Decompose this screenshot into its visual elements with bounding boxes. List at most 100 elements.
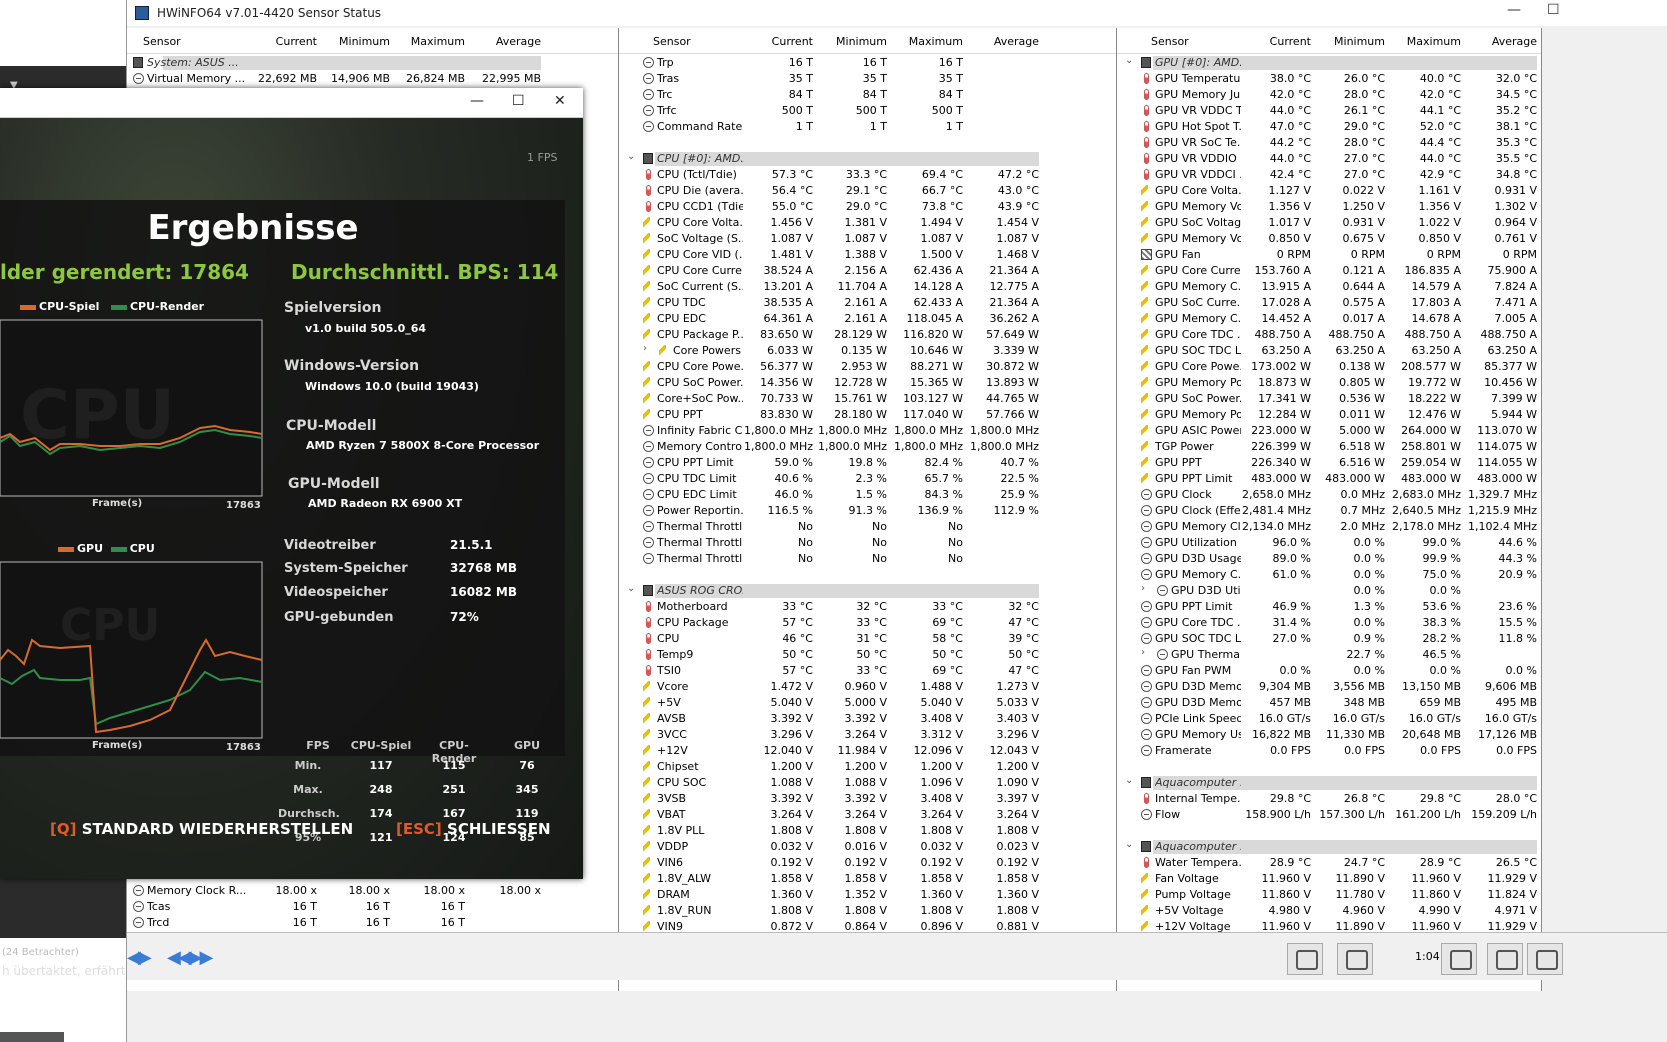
- sensor-row[interactable]: Thermal Throttli...NoNoNo: [619, 518, 1116, 535]
- sensor-row[interactable]: GPU ASIC Power 223.000 W 5.000 W 264.000 W1…: [1117, 422, 1541, 439]
- sensor-row[interactable]: Thermal Throttli...NoNoNo: [619, 534, 1116, 551]
- column-header[interactable]: Sensor Current Minimum Maximum Average: [127, 28, 618, 54]
- sensor-row[interactable]: Memory Clock R... 18.00 x 18.00 x 18.00 x 18…: [127, 882, 618, 899]
- sensor-row[interactable]: GPU Core Curre...153.760 A0.121 A186.835…: [1117, 262, 1541, 279]
- sensor-row[interactable]: GPU Core TDC ... 31.4 % 0.0 % 38.3 % 15.5 %: [1117, 614, 1541, 631]
- sensor-row[interactable]: GPU VR VDDCI ... 42.4 °C 27.0 °C 42.9 °C 34.…: [1117, 166, 1541, 183]
- sensor-row[interactable]: GPU D3D Usage 89.0 % 0.0 % 99.9 % 44.3 %: [1117, 550, 1541, 567]
- close-results-button[interactable]: [ESC] SCHLIESSEN: [396, 820, 551, 838]
- minimize-icon[interactable]: —: [1507, 2, 1521, 18]
- sensor-row[interactable]: VBAT 3.264 V 3.264 V 3.264 V 3.264 V: [619, 806, 1116, 823]
- sensor-row[interactable]: CPU TDC Limit 40.6 % 2.3 % 65.7 % 22.5 %: [619, 470, 1116, 487]
- sensor-row[interactable]: 3VCC 3.296 V 3.264 V 3.312 V 3.296 V: [619, 726, 1116, 743]
- header-sensor[interactable]: Sensor: [143, 35, 181, 48]
- sensor-row[interactable]: Motherboard 33 °C 32 °C 33 °C 32 °C: [619, 598, 1116, 615]
- sensor-row[interactable]: 3VSB 3.392 V 3.392 V 3.408 V 3.397 V: [619, 790, 1116, 807]
- header-minimum[interactable]: Minimum: [827, 35, 887, 48]
- collapse-chevron-icon[interactable]: ⌄: [1125, 839, 1133, 850]
- header-current[interactable]: Current: [1251, 35, 1311, 48]
- column-header[interactable]: Sensor Current Minimum Maximum Average: [619, 28, 1116, 54]
- collapse-chevron-icon[interactable]: ⌄: [1125, 55, 1133, 66]
- expand-chevron-icon[interactable]: ›: [643, 343, 647, 354]
- sensor-row[interactable]: CPU PPT 83.830 W 28.180 W 117.040 W 57.766 W: [619, 406, 1116, 423]
- expand-chevron-icon[interactable]: ›: [1141, 583, 1145, 594]
- sensor-row[interactable]: GPU Fan 0 RPM 0 RPM 0 RPM 0 RPM: [1117, 246, 1541, 263]
- sensor-row[interactable]: 1.8V_ALW 1.858 V 1.858 V 1.858 V 1.858 V: [619, 870, 1116, 887]
- sensor-row[interactable]: CPU Core Volta... 1.456 V 1.381 V 1.494 V 1.…: [619, 214, 1116, 231]
- sensor-row[interactable]: VIN6 0.192 V 0.192 V 0.192 V 0.192 V: [619, 854, 1116, 871]
- sensor-row[interactable]: GPU Temperature38.0 °C26.0 °C40.0 °C32.0…: [1117, 70, 1541, 87]
- maximize-icon[interactable]: ☐: [512, 93, 525, 109]
- sensor-row[interactable]: AVSB 3.392 V 3.392 V 3.408 V 3.403 V: [619, 710, 1116, 727]
- sensor-pane-3[interactable]: Sensor Current Minimum Maximum Average ⌄ GPU […: [1117, 28, 1542, 991]
- sensor-row[interactable]: GPU VR VDDIO ...44.0 °C27.0 °C44.0 °C35.…: [1117, 150, 1541, 167]
- sensor-row[interactable]: Chipset 1.200 V 1.200 V 1.200 V 1.200 V: [619, 758, 1116, 775]
- sensor-row[interactable]: GPU VR VDDC T...44.0 °C26.1 °C44.1 °C35.…: [1117, 102, 1541, 119]
- sensor-row[interactable]: CPU Die (avera... 56.4 °C 29.1 °C 66.7 °C 43…: [619, 182, 1116, 199]
- collapse-chevron-icon[interactable]: ⌄: [1125, 775, 1133, 786]
- header-maximum[interactable]: Maximum: [1401, 35, 1461, 48]
- sensor-row[interactable]: GPU Core TDC ... 488.750 A 488.750 A 488.75…: [1117, 326, 1541, 343]
- sensor-row[interactable]: Framerate 0.0 FPS 0.0 FPS 0.0 FPS 0.0 FPS: [1117, 742, 1541, 759]
- sensor-row[interactable]: TSI0 57 °C 33 °C 69 °C 47 °C: [619, 662, 1116, 679]
- sensor-row[interactable]: CPU Package 57 °C 33 °C 69 °C 47 °C: [619, 614, 1116, 631]
- header-current[interactable]: Current: [257, 35, 317, 48]
- sensor-row[interactable]: GPU PPT Limit 483.000 W 483.000 W 483.000 W…: [1117, 470, 1541, 487]
- sensor-row[interactable]: GPU Clock (Effe...2,481.4 MHz0.7 MHz2,64…: [1117, 502, 1541, 519]
- sensor-row[interactable]: Core+SoC Pow... 70.733 W 15.761 W 103.127 W…: [619, 390, 1116, 407]
- sensor-row[interactable]: SoC Current (S... 13.201 A 11.704 A 14.128 …: [619, 278, 1116, 295]
- sensor-group-row[interactable]: ⌄ Aquacomputer ...: [1117, 838, 1541, 855]
- sensor-group-row[interactable]: ⌄System: ASUS ...: [127, 54, 618, 71]
- sensor-row[interactable]: GPU PPT 226.340 W 6.516 W 259.054 W 114.055 …: [1117, 454, 1541, 471]
- sensor-row[interactable]: Command Rate 1 T1 T1 T: [619, 118, 1116, 135]
- sensor-row[interactable]: GPU D3D Memo...457 MB348 MB659 MB495 MB: [1117, 694, 1541, 711]
- sensor-group-row[interactable]: ⌄ Aquacomputer ...: [1117, 774, 1541, 791]
- sensor-row[interactable]: Temp9 50 °C 50 °C 50 °C 50 °C: [619, 646, 1116, 663]
- sensor-row[interactable]: GPU SOC TDC L...63.250 A63.250 A63.250 A…: [1117, 342, 1541, 359]
- collapse-chevron-icon[interactable]: ⌄: [627, 151, 635, 162]
- nav-skip-icon[interactable]: ◀◀▶▶: [167, 947, 213, 968]
- sensor-row[interactable]: 1.8V_RUN 1.808 V 1.808 V 1.808 V 1.808 V: [619, 902, 1116, 919]
- sensor-row[interactable]: Tcas 16 T 16 T 16 T: [127, 898, 618, 915]
- maximize-icon[interactable]: ☐: [1547, 2, 1560, 18]
- sensor-row[interactable]: TGP Power 226.399 W 6.518 W 258.801 W 114.07…: [1117, 438, 1541, 455]
- expand-chevron-icon[interactable]: ›: [1141, 647, 1145, 658]
- sensor-row[interactable]: Infinity Fabric C...1,800.0 MHz1,800.0 M…: [619, 422, 1116, 439]
- settings-gear-icon[interactable]: [1527, 943, 1563, 975]
- sensor-row[interactable]: Tras 35 T 35 T 35 T: [619, 70, 1116, 87]
- header-minimum[interactable]: Minimum: [330, 35, 390, 48]
- reset-defaults-button[interactable]: [Q] STANDARD WIEDERHERSTELLEN: [50, 820, 353, 838]
- sensor-row[interactable]: ›GPU D3D Uti...0.0 %0.0 %: [1117, 582, 1541, 599]
- sensor-row[interactable]: GPU Core Volta... 1.127 V 0.022 V 1.161 V 0.…: [1117, 182, 1541, 199]
- sensor-row[interactable]: CPU Package P... 83.650 W 28.129 W 116.820 …: [619, 326, 1116, 343]
- computer-icon[interactable]: [1337, 943, 1373, 975]
- header-average[interactable]: Average: [1477, 35, 1537, 48]
- close-icon[interactable]: ✕: [554, 93, 566, 109]
- sensor-row[interactable]: Virtual Memory ... 22,692 MB 14,906 MB 26,8…: [127, 70, 618, 87]
- sensor-row[interactable]: GPU Memory Po...18.873 W0.805 W19.772 W1…: [1117, 374, 1541, 391]
- sensor-row[interactable]: GPU Memory Po...12.284 W0.011 W12.476 W5…: [1117, 406, 1541, 423]
- sensor-row[interactable]: Trfc 500 T 500 T 500 T: [619, 102, 1116, 119]
- sensor-row[interactable]: Memory Control...1,800.0 MHz1,800.0 MHz1…: [619, 438, 1116, 455]
- sensor-row[interactable]: Trcd 16 T 16 T 16 T: [127, 914, 618, 931]
- sensor-row[interactable]: +12V 12.040 V 11.984 V 12.096 V 12.043 V: [619, 742, 1116, 759]
- sensor-row[interactable]: SoC Voltage (S... 1.087 V 1.087 V 1.087 V 1.…: [619, 230, 1116, 247]
- sensor-row[interactable]: GPU Clock 2,658.0 MHz 0.0 MHz 2,683.0 MHz 1,…: [1117, 486, 1541, 503]
- sensor-row[interactable]: Water Tempera... 28.9 °C 24.7 °C 28.9 °C 26.…: [1117, 854, 1541, 871]
- sensor-row[interactable]: GPU Memory Vo...0.850 V0.675 V0.850 V0.7…: [1117, 230, 1541, 247]
- sensor-row[interactable]: CPU TDC 38.535 A 2.161 A 62.433 A 21.364 A: [619, 294, 1116, 311]
- sensor-row[interactable]: Power Reportin... 116.5 % 91.3 % 136.9 % 112…: [619, 502, 1116, 519]
- sensor-row[interactable]: Trc 84 T 84 T 84 T: [619, 86, 1116, 103]
- sensor-row[interactable]: GPU Memory C... 13.915 A 0.644 A 14.579 A 7.…: [1117, 278, 1541, 295]
- header-sensor[interactable]: Sensor: [653, 35, 691, 48]
- sensor-row[interactable]: Thermal Throttli...NoNoNo: [619, 550, 1116, 567]
- sensor-row[interactable]: GPU SOC TDC L...27.0 %0.9 %28.2 %11.8 %: [1117, 630, 1541, 647]
- sensor-row[interactable]: GPU Memory C... 14.452 A 0.017 A 14.678 A 7.…: [1117, 310, 1541, 327]
- sensor-row[interactable]: CPU 46 °C 31 °C 58 °C 39 °C: [619, 630, 1116, 647]
- sensor-row[interactable]: CPU SOC 1.088 V 1.088 V 1.096 V 1.090 V: [619, 774, 1116, 791]
- sensor-row[interactable]: GPU Core Powe... 173.002 W 0.138 W 208.577 …: [1117, 358, 1541, 375]
- sensor-group-row[interactable]: ⌄ CPU [#0]: AMD...: [619, 150, 1116, 167]
- sensor-row[interactable]: GPU Memory Cl...2,134.0 MHz2.0 MHz2,178.…: [1117, 518, 1541, 535]
- sensor-row[interactable]: +5V 5.040 V 5.000 V 5.040 V 5.033 V: [619, 694, 1116, 711]
- sensor-row[interactable]: Fan Voltage 11.960 V 11.890 V 11.960 V 11.92…: [1117, 870, 1541, 887]
